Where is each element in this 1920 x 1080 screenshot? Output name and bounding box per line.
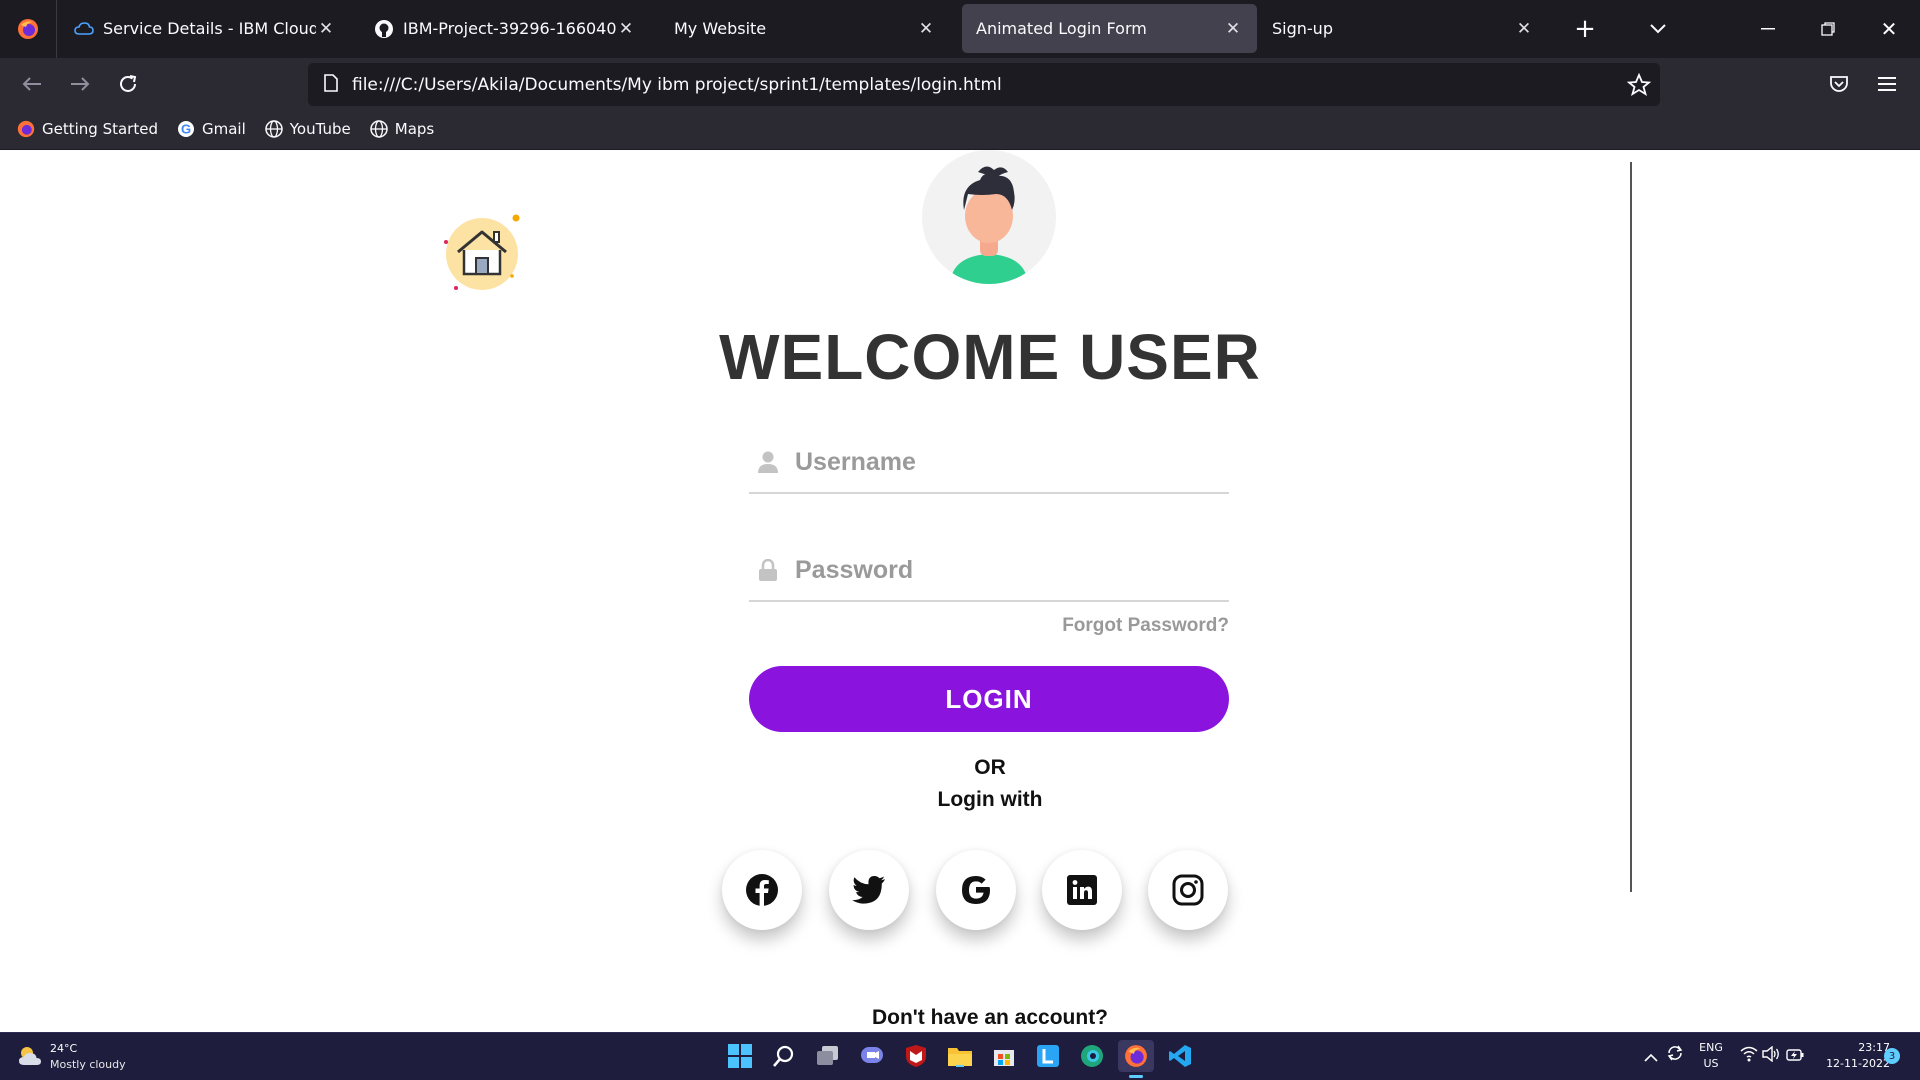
l-app-icon[interactable] xyxy=(1032,1040,1064,1072)
close-tab-icon[interactable]: ✕ xyxy=(916,19,936,39)
input-language[interactable]: ENG xyxy=(1696,1041,1726,1054)
globe-icon xyxy=(264,119,284,139)
tab-title: IBM-Project-39296-1660404704/ xyxy=(403,19,616,38)
close-tab-icon[interactable]: ✕ xyxy=(1514,19,1534,39)
firefox-menu-button[interactable] xyxy=(0,0,57,58)
pocket-icon[interactable] xyxy=(1824,69,1854,99)
page-title: WELCOME USER xyxy=(719,321,1261,393)
password-input[interactable] xyxy=(795,555,1229,585)
input-region[interactable]: US xyxy=(1696,1057,1726,1070)
clock-time[interactable]: 23:17 xyxy=(1810,1041,1890,1054)
bookmark-maps[interactable]: Maps xyxy=(369,119,434,139)
tab-ibm-cloud[interactable]: Service Details - IBM Cloud ✕ xyxy=(60,4,350,53)
edge-browser-icon[interactable] xyxy=(1076,1040,1108,1072)
bookmark-star-icon[interactable] xyxy=(1624,70,1654,100)
reload-icon[interactable] xyxy=(113,69,143,99)
tab-title: Service Details - IBM Cloud xyxy=(103,19,316,38)
avatar xyxy=(922,150,1056,284)
tab-animated-login-form[interactable]: Animated Login Form ✕ xyxy=(962,4,1257,53)
bookmark-label: Getting Started xyxy=(42,119,158,138)
file-explorer-icon[interactable] xyxy=(944,1040,976,1072)
tab-my-website[interactable]: My Website ✕ xyxy=(660,4,950,53)
close-window-icon[interactable]: ✕ xyxy=(1874,14,1904,44)
linkedin-login-button[interactable] xyxy=(1042,850,1122,930)
bookmarks-toolbar: Getting Started G Gmail YouTube Maps xyxy=(0,108,1920,150)
username-input[interactable] xyxy=(795,447,1229,477)
active-app-indicator xyxy=(1129,1075,1143,1078)
tab-title: Animated Login Form xyxy=(976,19,1147,38)
instagram-icon xyxy=(1172,874,1204,906)
bookmark-label: YouTube xyxy=(289,119,351,138)
linkedin-icon xyxy=(1067,875,1097,905)
tab-sign-up[interactable]: Sign-up ✕ xyxy=(1258,4,1548,53)
close-tab-icon[interactable]: ✕ xyxy=(316,19,336,39)
page-file-icon xyxy=(324,73,338,96)
signup-prompt-text: Don't have an account? xyxy=(871,1006,1109,1029)
close-tab-icon[interactable]: ✕ xyxy=(1223,19,1243,39)
search-icon[interactable] xyxy=(768,1040,800,1072)
bookmark-youtube[interactable]: YouTube xyxy=(264,119,351,139)
forgot-password-link[interactable]: Forgot Password? xyxy=(949,615,1229,637)
tab-title: Sign-up xyxy=(1272,19,1333,38)
clock-date[interactable]: 12-11-2022 xyxy=(1810,1057,1890,1070)
github-icon xyxy=(374,19,394,39)
google-icon: G xyxy=(176,119,196,139)
facebook-icon xyxy=(746,874,778,906)
address-bar[interactable]: file:///C:/Users/Akila/Documents/My ibm … xyxy=(308,63,1660,106)
volume-icon[interactable] xyxy=(1762,1045,1780,1066)
google-login-button[interactable] xyxy=(936,850,1016,930)
password-field xyxy=(749,540,1229,602)
or-separator-text: OR xyxy=(974,756,1006,779)
firefox-icon xyxy=(16,119,36,139)
username-field xyxy=(749,432,1229,494)
firefox-taskbar-icon[interactable] xyxy=(1118,1040,1154,1072)
forward-arrow-icon[interactable] xyxy=(65,69,95,99)
tab-github-project[interactable]: IBM-Project-39296-1660404704/ ✕ xyxy=(360,4,650,53)
vertical-divider xyxy=(1630,162,1632,892)
sync-icon[interactable] xyxy=(1666,1044,1684,1066)
page-content: WELCOME USER Forgot Password? LOGIN OR L… xyxy=(0,150,1920,1032)
task-view-icon[interactable] xyxy=(812,1040,844,1072)
bookmark-getting-started[interactable]: Getting Started xyxy=(16,119,158,139)
teams-chat-icon[interactable] xyxy=(856,1040,888,1072)
ibm-cloud-icon xyxy=(74,19,94,39)
bookmark-gmail[interactable]: G Gmail xyxy=(176,119,246,139)
home-icon[interactable] xyxy=(440,210,526,296)
back-arrow-icon[interactable] xyxy=(17,69,47,99)
twitter-icon xyxy=(852,876,885,904)
login-with-text: Login with xyxy=(937,788,1043,811)
wifi-icon[interactable] xyxy=(1740,1046,1758,1066)
tab-title: My Website xyxy=(674,19,767,38)
notification-badge[interactable]: 3 xyxy=(1884,1048,1900,1064)
google-icon xyxy=(962,876,990,904)
weather-description: Mostly cloudy xyxy=(50,1058,126,1071)
close-tab-icon[interactable]: ✕ xyxy=(616,19,636,39)
globe-icon xyxy=(369,119,389,139)
twitter-login-button[interactable] xyxy=(829,850,909,930)
windows-start-icon[interactable] xyxy=(724,1040,756,1072)
login-button[interactable]: LOGIN xyxy=(749,666,1229,732)
weather-temperature: 24°C xyxy=(50,1042,78,1055)
svg-text:G: G xyxy=(181,121,191,136)
instagram-login-button[interactable] xyxy=(1148,850,1228,930)
minimize-window-icon[interactable] xyxy=(1753,14,1783,44)
url-text: file:///C:/Users/Akila/Documents/My ibm … xyxy=(352,74,1002,95)
show-hidden-icons-chevron-up-icon[interactable] xyxy=(1644,1048,1658,1067)
bookmark-label: Maps xyxy=(394,119,435,138)
weather-cloud-icon[interactable] xyxy=(16,1044,44,1072)
list-all-tabs-chevron-down-icon[interactable] xyxy=(1643,14,1673,44)
mcafee-icon[interactable] xyxy=(900,1040,932,1072)
bookmark-label: Gmail xyxy=(201,119,246,138)
facebook-login-button[interactable] xyxy=(722,850,802,930)
lock-icon xyxy=(753,559,783,581)
vscode-icon[interactable] xyxy=(1164,1040,1196,1072)
restore-window-icon[interactable] xyxy=(1813,14,1843,44)
microsoft-store-icon[interactable] xyxy=(988,1040,1020,1072)
hamburger-menu-icon[interactable] xyxy=(1872,69,1902,99)
firefox-icon xyxy=(18,19,38,39)
user-icon xyxy=(753,451,783,473)
new-tab-plus-icon[interactable]: + xyxy=(1570,14,1600,44)
battery-charging-icon[interactable] xyxy=(1786,1047,1804,1066)
